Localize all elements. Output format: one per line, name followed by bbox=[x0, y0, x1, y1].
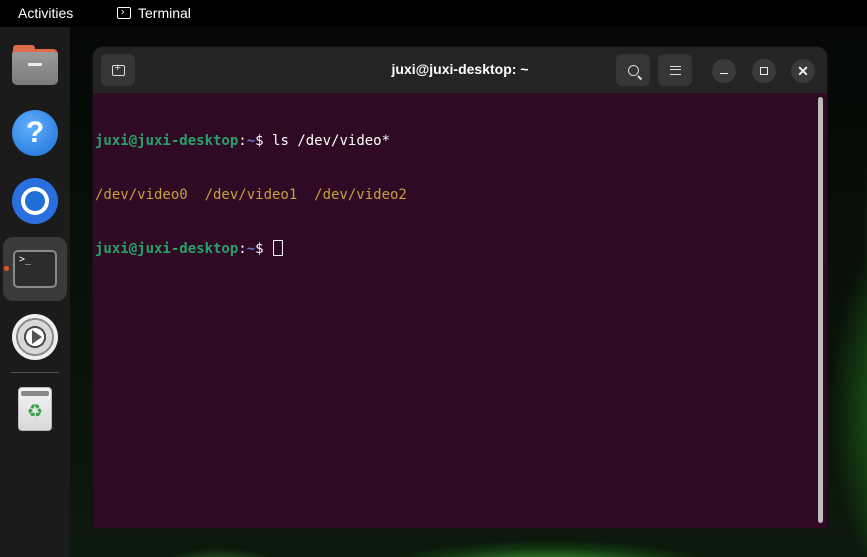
terminal-output[interactable]: juxi@juxi-desktop:~$ ls /dev/video* /dev… bbox=[95, 96, 815, 526]
terminal-icon: >_ bbox=[13, 250, 57, 288]
dock-separator bbox=[11, 372, 59, 373]
close-button[interactable]: ✕ bbox=[791, 59, 815, 83]
help-icon: ? bbox=[12, 110, 58, 156]
recycle-icon: ♻ bbox=[26, 401, 44, 421]
dock: ? >_ ♻ bbox=[0, 27, 70, 557]
maximize-button[interactable] bbox=[752, 59, 776, 83]
dock-item-chromium[interactable] bbox=[11, 177, 59, 225]
terminal-line-prompt: juxi@juxi-desktop:~$ bbox=[95, 240, 815, 258]
dock-item-trash[interactable]: ♻ bbox=[11, 385, 59, 433]
prompt-path: ~ bbox=[246, 241, 256, 257]
text-cursor bbox=[273, 240, 284, 256]
top-bar: Activities Terminal bbox=[0, 0, 867, 27]
prompt-user: juxi@juxi-desktop bbox=[95, 133, 239, 149]
terminal-scrollbar[interactable] bbox=[818, 97, 823, 523]
dock-item-terminal[interactable]: >_ bbox=[11, 245, 59, 293]
terminal-line-command: juxi@juxi-desktop:~$ ls /dev/video* bbox=[95, 132, 815, 150]
maximize-icon bbox=[760, 67, 768, 75]
minimize-button[interactable] bbox=[712, 59, 736, 83]
window-titlebar[interactable]: juxi@juxi-desktop: ~ ✕ bbox=[93, 47, 827, 93]
dock-item-files[interactable] bbox=[11, 43, 59, 91]
search-icon bbox=[627, 64, 639, 76]
prompt-user: juxi@juxi-desktop bbox=[95, 241, 239, 257]
minimize-icon bbox=[720, 72, 728, 75]
prompt-separator: : bbox=[238, 133, 247, 149]
menu-button[interactable] bbox=[658, 54, 692, 86]
terminal-window[interactable]: juxi@juxi-desktop: ~ ✕ juxi@juxi-desktop… bbox=[93, 47, 827, 528]
dock-item-settings[interactable] bbox=[11, 313, 59, 361]
dock-item-help[interactable]: ? bbox=[11, 109, 59, 157]
terminal-line-output: /dev/video0 /dev/video1 /dev/video2 bbox=[95, 187, 407, 203]
prompt-dollar: $ bbox=[255, 241, 273, 257]
hamburger-menu-icon bbox=[669, 65, 681, 75]
prompt-separator: : bbox=[238, 241, 247, 257]
search-button[interactable] bbox=[616, 54, 650, 86]
prompt-dollar: $ bbox=[255, 133, 273, 149]
running-indicator bbox=[4, 266, 9, 271]
activities-button[interactable]: Activities bbox=[18, 5, 73, 21]
close-icon: ✕ bbox=[797, 63, 809, 79]
terminal-icon bbox=[117, 7, 131, 19]
app-menu-label: Terminal bbox=[138, 5, 191, 21]
command-text: ls /dev/video* bbox=[272, 133, 391, 149]
prompt-path: ~ bbox=[246, 133, 256, 149]
app-menu[interactable]: Terminal bbox=[117, 5, 191, 21]
